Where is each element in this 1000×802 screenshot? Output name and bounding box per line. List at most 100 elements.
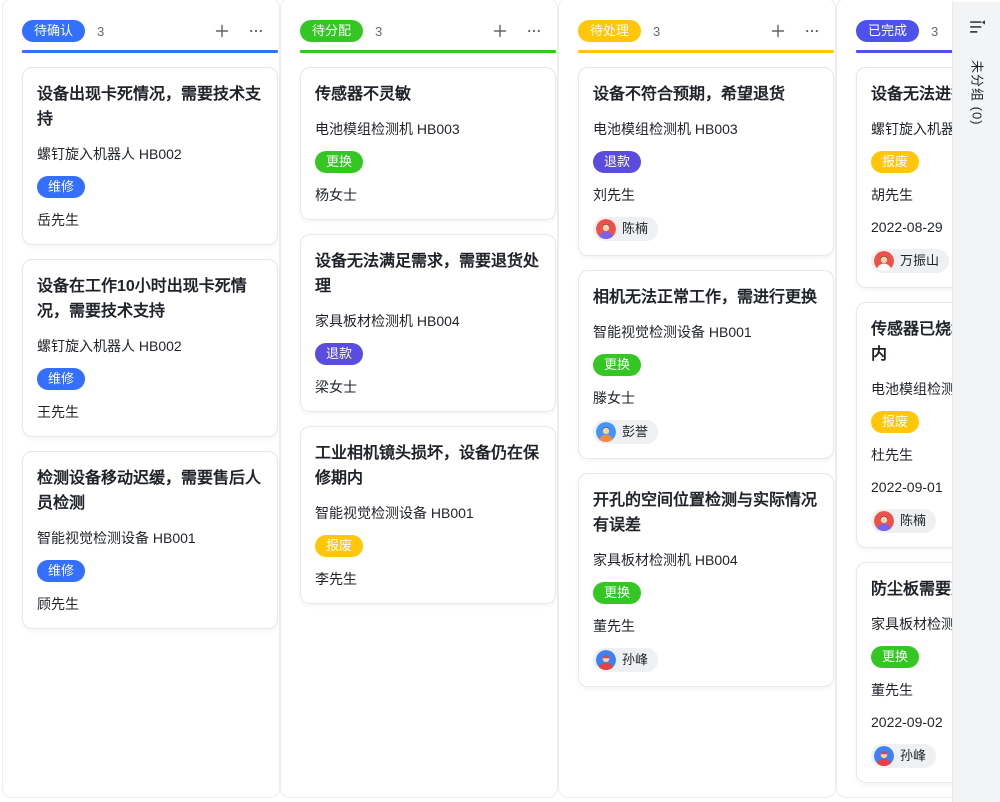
kanban-card[interactable]: 设备无法满足需求，需要退货处理 家具板材检测机 HB004 退款 梁女士 bbox=[300, 234, 556, 412]
avatar bbox=[874, 251, 894, 271]
card-tag-row: 退款 bbox=[315, 343, 541, 365]
card-device: 家具板材检测机 HB004 bbox=[593, 550, 819, 570]
card-tag-row: 退款 bbox=[593, 151, 819, 173]
avatar bbox=[874, 746, 894, 766]
add-card-button[interactable] bbox=[212, 21, 232, 41]
column-more-button[interactable] bbox=[802, 21, 822, 41]
assignee-name: 彭誉 bbox=[622, 424, 648, 440]
column-status-pill[interactable]: 已完成 bbox=[856, 20, 919, 42]
assignee-chip[interactable]: 彭誉 bbox=[593, 420, 658, 444]
card-device: 智能视觉检测设备 HB001 bbox=[315, 503, 541, 523]
column-underline bbox=[578, 50, 834, 53]
column-header: 待处理 3 bbox=[576, 19, 832, 43]
add-card-button[interactable] bbox=[768, 21, 788, 41]
kanban-card[interactable]: 传感器不灵敏 电池模组检测机 HB003 更换 杨女士 bbox=[300, 67, 556, 220]
column-underline bbox=[22, 50, 278, 53]
avatar bbox=[596, 219, 616, 239]
assignee-chip-row: 彭誉 bbox=[593, 420, 819, 444]
card-tag-row: 更换 bbox=[315, 151, 541, 173]
assignee-name: 陈楠 bbox=[900, 513, 926, 529]
card-device: 电池模组检测机 HB003 bbox=[315, 119, 541, 139]
assignee-chip[interactable]: 万振山 bbox=[871, 249, 949, 273]
card-tag-row: 维修 bbox=[37, 176, 263, 198]
column-count: 3 bbox=[653, 24, 660, 39]
assignee-chip[interactable]: 孙峰 bbox=[871, 744, 936, 768]
card-contact: 杨女士 bbox=[315, 185, 541, 205]
column-underline bbox=[300, 50, 556, 53]
card-contact: 岳先生 bbox=[37, 210, 263, 230]
kanban-card[interactable]: 开孔的空间位置检测与实际情况有误差 家具板材检测机 HB004 更换 董先生 孙… bbox=[578, 473, 834, 687]
kanban-column: 待处理 3 设备不符合预期，希望退货 电池模组检测机 HB003 退款 刘先生 bbox=[558, 0, 836, 798]
card-device: 智能视觉检测设备 HB001 bbox=[593, 322, 819, 342]
card-tag: 更换 bbox=[871, 646, 919, 668]
column-count: 3 bbox=[97, 24, 104, 39]
avatar bbox=[874, 511, 894, 531]
assignee-name: 万振山 bbox=[900, 253, 939, 269]
avatar bbox=[596, 422, 616, 442]
card-contact: 董先生 bbox=[593, 616, 819, 636]
card-contact: 王先生 bbox=[37, 402, 263, 422]
kanban-card[interactable]: 设备出现卡死情况，需要技术支持 螺钉旋入机器人 HB002 维修 岳先生 bbox=[22, 67, 278, 245]
kanban-card[interactable]: 检测设备移动迟缓，需要售后人员检测 智能视觉检测设备 HB001 维修 顾先生 bbox=[22, 451, 278, 629]
card-device: 家具板材检测机 HB004 bbox=[315, 311, 541, 331]
column-more-button[interactable] bbox=[524, 21, 544, 41]
card-title: 设备不符合预期，希望退货 bbox=[593, 82, 819, 107]
column-status-pill[interactable]: 待分配 bbox=[300, 20, 363, 42]
card-contact: 顾先生 bbox=[37, 594, 263, 614]
card-contact: 滕女士 bbox=[593, 388, 819, 408]
more-icon bbox=[526, 23, 542, 39]
kanban-card[interactable]: 工业相机镜头损坏，设备仍在保修期内 智能视觉检测设备 HB001 报废 李先生 bbox=[300, 426, 556, 604]
card-tag-row: 维修 bbox=[37, 368, 263, 390]
plus-icon bbox=[492, 23, 508, 39]
assignee-chip[interactable]: 陈楠 bbox=[871, 509, 936, 533]
card-tag: 维修 bbox=[37, 560, 85, 582]
collapse-panel-button[interactable] bbox=[953, 18, 1000, 36]
plus-icon bbox=[770, 23, 786, 39]
ungrouped-label[interactable]: 未分组 (0) bbox=[969, 60, 988, 126]
column-header: 待确认 3 bbox=[20, 19, 276, 43]
column-status-pill[interactable]: 待处理 bbox=[578, 20, 641, 42]
column-more-button[interactable] bbox=[246, 21, 266, 41]
column-count: 3 bbox=[375, 24, 382, 39]
assignee-name: 孙峰 bbox=[900, 748, 926, 764]
more-icon bbox=[248, 23, 264, 39]
kanban-card[interactable]: 设备在工作10小时出现卡死情况，需要技术支持 螺钉旋入机器人 HB002 维修 … bbox=[22, 259, 278, 437]
card-device: 螺钉旋入机器人 HB002 bbox=[37, 144, 263, 164]
card-tag: 更换 bbox=[593, 582, 641, 604]
card-tag: 报废 bbox=[871, 411, 919, 433]
more-icon bbox=[804, 23, 820, 39]
avatar bbox=[596, 650, 616, 670]
card-contact: 刘先生 bbox=[593, 185, 819, 205]
card-title: 设备出现卡死情况，需要技术支持 bbox=[37, 82, 263, 132]
kanban-column: 待确认 3 设备出现卡死情况，需要技术支持 螺钉旋入机器人 HB002 维修 岳… bbox=[2, 0, 280, 798]
card-tag-row: 更换 bbox=[593, 582, 819, 604]
card-tag-row: 报废 bbox=[315, 535, 541, 557]
card-tag: 退款 bbox=[593, 151, 641, 173]
card-tag: 更换 bbox=[593, 354, 641, 376]
column-status-pill[interactable]: 待确认 bbox=[22, 20, 85, 42]
kanban-card[interactable]: 相机无法正常工作，需进行更换 智能视觉检测设备 HB001 更换 滕女士 彭誉 bbox=[578, 270, 834, 459]
collapse-panel-icon bbox=[968, 18, 986, 36]
card-tag-row: 更换 bbox=[593, 354, 819, 376]
assignee-name: 陈楠 bbox=[622, 221, 648, 237]
column-cards: 传感器不灵敏 电池模组检测机 HB003 更换 杨女士 设备无法满足需求，需要退… bbox=[300, 67, 556, 604]
card-contact: 李先生 bbox=[315, 569, 541, 589]
kanban-board: 待确认 3 设备出现卡死情况，需要技术支持 螺钉旋入机器人 HB002 维修 岳… bbox=[0, 2, 1000, 800]
plus-icon bbox=[214, 23, 230, 39]
card-device: 螺钉旋入机器人 HB002 bbox=[37, 336, 263, 356]
card-tag: 报废 bbox=[315, 535, 363, 557]
card-tag: 报废 bbox=[871, 151, 919, 173]
card-tag-row: 维修 bbox=[37, 560, 263, 582]
card-title: 传感器不灵敏 bbox=[315, 82, 541, 107]
add-card-button[interactable] bbox=[490, 21, 510, 41]
card-title: 设备在工作10小时出现卡死情况，需要技术支持 bbox=[37, 274, 263, 324]
board-columns: 待确认 3 设备出现卡死情况，需要技术支持 螺钉旋入机器人 HB002 维修 岳… bbox=[2, 2, 1000, 800]
assignee-chip[interactable]: 孙峰 bbox=[593, 648, 658, 672]
kanban-card[interactable]: 设备不符合预期，希望退货 电池模组检测机 HB003 退款 刘先生 陈楠 bbox=[578, 67, 834, 256]
assignee-chip[interactable]: 陈楠 bbox=[593, 217, 658, 241]
card-tag: 维修 bbox=[37, 176, 85, 198]
card-contact: 梁女士 bbox=[315, 377, 541, 397]
card-title: 工业相机镜头损坏，设备仍在保修期内 bbox=[315, 441, 541, 491]
column-header: 待分配 3 bbox=[298, 19, 554, 43]
card-title: 开孔的空间位置检测与实际情况有误差 bbox=[593, 488, 819, 538]
